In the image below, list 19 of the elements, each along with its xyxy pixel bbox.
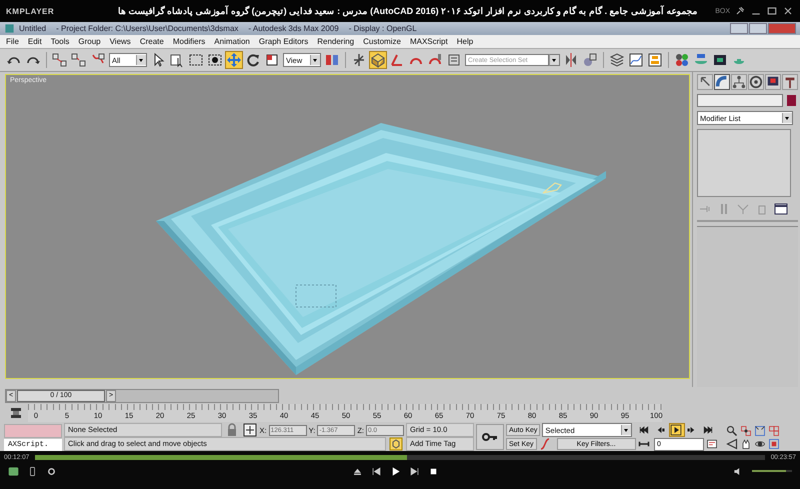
menu-item[interactable]: Edit [28,37,42,46]
video-title: مجموعه آموزشی جامع . گام به گام و کاربردی نرم افزار اتوکد ۲۰۱۶ (AutoCAD 2016) مدرس : سعید فدایی (تیچرمن) گروه آموزشی پادشاه گرافیست ها [117,6,699,16]
project-folder: - Project Folder: C:\Users\User\Documents\3dsmax [56,24,238,33]
app-name: - Autodesk 3ds Max 2009 [248,24,339,33]
menu-item[interactable]: Animation [214,37,250,46]
window-title: Untitled [19,24,46,33]
menu-item[interactable]: File [6,37,19,46]
menu-item[interactable]: Help [456,37,474,46]
menu-item[interactable]: Graph Editors [258,37,308,46]
menu-item[interactable]: Tools [50,37,70,46]
menu-item[interactable]: Group [78,37,101,46]
menu-item[interactable]: Modifiers [172,37,206,46]
menu-item[interactable]: Customize [363,37,401,46]
menu-item[interactable]: Create [140,37,164,46]
display-mode: - Display : OpenGL [348,24,417,33]
menu-item[interactable]: Views [110,37,131,46]
player-name: KMPLAYER [6,6,54,16]
menu-item[interactable]: MAXScript [410,37,448,46]
menu-item[interactable]: Rendering [317,37,354,46]
